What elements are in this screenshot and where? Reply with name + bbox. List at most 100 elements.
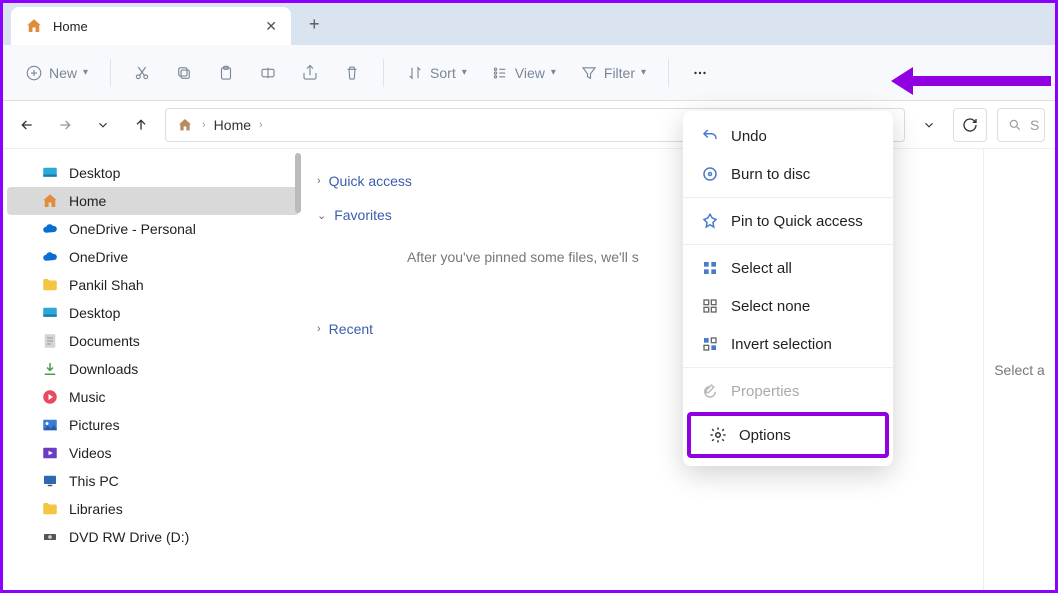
scrollbar-thumb[interactable] xyxy=(295,153,301,213)
chevron-icon: ⌄ xyxy=(317,209,326,222)
sort-label: Sort xyxy=(430,65,456,81)
menu-item-burn-to-disc[interactable]: Burn to disc xyxy=(683,155,893,193)
menu-item-label: Select all xyxy=(731,260,792,277)
close-icon[interactable]: ✕ xyxy=(265,18,277,35)
sidebar-item-label: Downloads xyxy=(69,361,138,377)
sidebar-item-label: OneDrive - Personal xyxy=(69,221,196,237)
pc-icon xyxy=(41,472,59,490)
downloads-icon xyxy=(41,360,59,378)
search-placeholder: S xyxy=(1030,117,1039,133)
menu-item-options[interactable]: Options xyxy=(687,412,889,458)
delete-button[interactable] xyxy=(335,58,369,88)
breadcrumb-segment[interactable]: Home xyxy=(214,117,251,133)
properties-icon xyxy=(701,382,719,400)
divider xyxy=(668,59,669,87)
menu-item-invert-selection[interactable]: Invert selection xyxy=(683,325,893,363)
menu-separator xyxy=(683,244,893,245)
chevron-icon: › xyxy=(317,323,321,335)
filter-label: Filter xyxy=(604,65,635,81)
cut-button[interactable] xyxy=(125,58,159,88)
sidebar-item-onedrive-personal[interactable]: OneDrive - Personal xyxy=(3,215,303,243)
tab-home[interactable]: Home ✕ xyxy=(11,7,291,45)
filter-icon xyxy=(580,64,598,82)
home-icon xyxy=(176,116,194,134)
divider xyxy=(110,59,111,87)
folder-icon xyxy=(41,500,59,518)
sidebar-item-this-pc[interactable]: This PC xyxy=(3,467,303,495)
new-button[interactable]: New ▾ xyxy=(17,58,96,88)
menu-item-label: Options xyxy=(739,427,791,444)
sort-button[interactable]: Sort ▾ xyxy=(398,58,475,88)
sidebar-item-documents[interactable]: Documents xyxy=(3,327,303,355)
details-hint: Select a xyxy=(994,362,1045,378)
paste-button[interactable] xyxy=(209,58,243,88)
sidebar-item-downloads[interactable]: Downloads xyxy=(3,355,303,383)
sidebar-item-dvd-rw-drive-d-[interactable]: DVD RW Drive (D:) xyxy=(3,523,303,551)
filter-button[interactable]: Filter ▾ xyxy=(572,58,654,88)
delete-icon xyxy=(343,64,361,82)
view-label: View xyxy=(515,65,545,81)
sidebar-item-pictures[interactable]: Pictures xyxy=(3,411,303,439)
menu-item-pin-to-quick-access[interactable]: Pin to Quick access xyxy=(683,202,893,240)
desktop-icon xyxy=(41,164,59,182)
refresh-button[interactable] xyxy=(953,108,987,142)
sidebar-item-label: This PC xyxy=(69,473,119,489)
up-button[interactable] xyxy=(127,111,155,139)
back-button[interactable] xyxy=(13,111,41,139)
sidebar-item-label: Desktop xyxy=(69,165,120,181)
sort-icon xyxy=(406,64,424,82)
paste-icon xyxy=(217,64,235,82)
recent-dropdown[interactable] xyxy=(89,111,117,139)
sidebar-item-videos[interactable]: Videos xyxy=(3,439,303,467)
rename-icon xyxy=(259,64,277,82)
more-button[interactable] xyxy=(683,58,717,88)
copy-icon xyxy=(175,64,193,82)
search-input[interactable]: S xyxy=(997,108,1045,142)
nav-bar: › Home › S xyxy=(3,101,1055,149)
selectall-icon xyxy=(701,259,719,277)
menu-item-properties: Properties xyxy=(683,372,893,410)
more-icon xyxy=(691,64,709,82)
copy-button[interactable] xyxy=(167,58,201,88)
menu-separator xyxy=(683,367,893,368)
selectnone-icon xyxy=(701,297,719,315)
drive-icon xyxy=(41,528,59,546)
sidebar-item-label: Music xyxy=(69,389,106,405)
tab-bar: Home ✕ + xyxy=(3,3,1055,45)
divider xyxy=(383,59,384,87)
pin-icon xyxy=(701,212,719,230)
group-label: Quick access xyxy=(329,173,412,189)
videos-icon xyxy=(41,444,59,462)
sidebar-item-label: Videos xyxy=(69,445,112,461)
music-icon xyxy=(41,388,59,406)
forward-button[interactable] xyxy=(51,111,79,139)
share-button[interactable] xyxy=(293,58,327,88)
sidebar-item-music[interactable]: Music xyxy=(3,383,303,411)
more-dropdown-menu: Undo Burn to disc Pin to Quick access Selec… xyxy=(683,111,893,466)
menu-item-select-none[interactable]: Select none xyxy=(683,287,893,325)
sidebar-item-pankil-shah[interactable]: Pankil Shah xyxy=(3,271,303,299)
sidebar-item-desktop[interactable]: Desktop xyxy=(3,299,303,327)
search-icon xyxy=(1008,116,1022,134)
sidebar-item-onedrive[interactable]: OneDrive xyxy=(3,243,303,271)
rename-button[interactable] xyxy=(251,58,285,88)
undo-icon xyxy=(701,127,719,145)
burn-icon xyxy=(701,165,719,183)
chevron-down-icon: ▾ xyxy=(551,67,556,78)
sidebar-item-label: Pankil Shah xyxy=(69,277,144,293)
tab-title: Home xyxy=(53,19,255,34)
home-icon xyxy=(41,192,59,210)
sidebar-item-desktop[interactable]: Desktop xyxy=(3,159,303,187)
options-icon xyxy=(709,426,727,444)
view-button[interactable]: View ▾ xyxy=(483,58,564,88)
sidebar-item-libraries[interactable]: Libraries xyxy=(3,495,303,523)
sidebar-item-label: Documents xyxy=(69,333,140,349)
menu-item-label: Select none xyxy=(731,298,810,315)
new-tab-button[interactable]: + xyxy=(309,14,320,35)
new-label: New xyxy=(49,65,77,81)
menu-item-select-all[interactable]: Select all xyxy=(683,249,893,287)
menu-item-undo[interactable]: Undo xyxy=(683,117,893,155)
menu-item-label: Burn to disc xyxy=(731,166,810,183)
sidebar-item-home[interactable]: Home xyxy=(7,187,299,215)
address-dropdown[interactable] xyxy=(915,111,943,139)
